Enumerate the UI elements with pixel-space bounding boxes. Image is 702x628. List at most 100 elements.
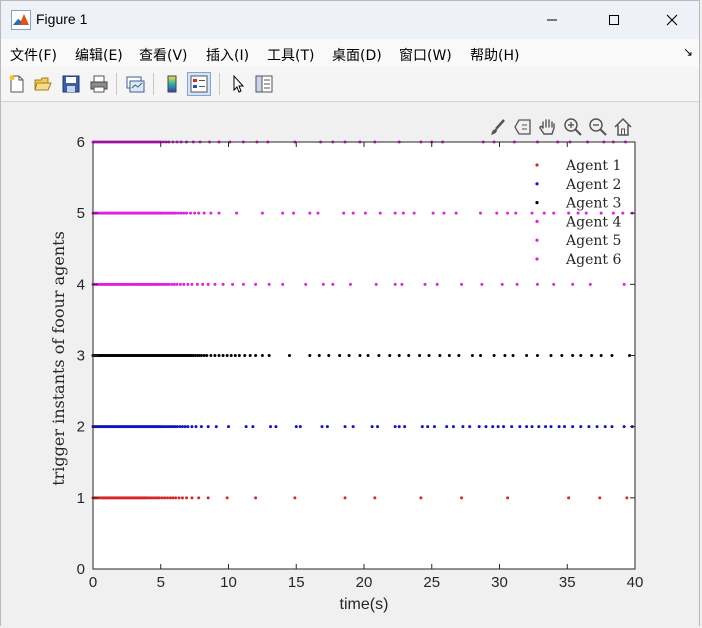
data-point — [588, 282, 592, 286]
y-tick-label: 0 — [77, 561, 85, 578]
legend-marker — [535, 201, 539, 205]
data-point — [199, 354, 203, 357]
data-point — [167, 282, 171, 286]
data-point — [484, 425, 488, 429]
data-point — [431, 211, 435, 215]
data-point — [518, 425, 522, 429]
legend-marker — [535, 238, 539, 242]
data-point — [205, 354, 209, 357]
data-point — [206, 425, 210, 429]
data-point — [445, 425, 449, 429]
data-point — [348, 282, 352, 286]
data-point — [535, 354, 539, 357]
data-point — [530, 211, 534, 215]
data-point — [514, 211, 518, 215]
data-point — [393, 211, 397, 215]
data-point — [201, 282, 205, 286]
x-axis-label: time(s) — [340, 596, 389, 613]
data-point — [217, 211, 221, 215]
x-tick-label: 5 — [157, 574, 165, 591]
data-point — [537, 425, 541, 429]
data-point — [557, 425, 561, 429]
data-point — [418, 354, 422, 357]
data-point — [610, 425, 614, 429]
data-point — [397, 354, 401, 357]
data-point — [206, 496, 210, 500]
data-point — [400, 282, 404, 286]
data-point — [182, 282, 186, 286]
data-point — [325, 425, 329, 429]
y-axis-label: trigger instants of foour agents — [49, 231, 68, 486]
data-point — [248, 354, 252, 357]
data-point — [317, 354, 321, 357]
data-point — [552, 211, 556, 215]
data-point — [190, 282, 194, 286]
data-point — [525, 354, 529, 357]
data-point — [293, 496, 297, 500]
data-point — [190, 496, 194, 500]
data-point — [292, 211, 296, 215]
data-point — [442, 211, 446, 215]
data-point — [373, 496, 377, 500]
data-point — [168, 496, 172, 500]
y-tick-label: 6 — [77, 134, 85, 151]
legend-label: Agent 1 — [565, 158, 621, 174]
legend-marker — [535, 163, 539, 167]
data-point — [180, 496, 184, 500]
data-point — [438, 354, 442, 357]
data-point — [221, 282, 225, 286]
data-point — [376, 425, 380, 429]
data-point — [571, 354, 575, 357]
legend-label: Agent 4 — [565, 214, 621, 230]
data-point — [451, 425, 455, 429]
x-tick-label: 15 — [288, 574, 305, 591]
data-point — [366, 354, 370, 357]
data-point — [388, 354, 392, 357]
x-tick-label: 40 — [627, 574, 644, 591]
data-point — [496, 425, 500, 429]
data-point — [174, 496, 178, 500]
data-point — [166, 496, 170, 500]
data-point — [506, 211, 510, 215]
data-point — [233, 354, 237, 357]
data-point — [479, 211, 483, 215]
data-point — [468, 425, 472, 429]
x-tick-label: 25 — [423, 574, 440, 591]
data-point — [610, 354, 614, 357]
data-point — [235, 211, 239, 215]
data-point — [183, 425, 187, 429]
data-point — [213, 354, 217, 357]
data-point — [308, 354, 312, 357]
data-point — [511, 354, 515, 357]
data-point — [225, 496, 229, 500]
data-point — [281, 211, 285, 215]
data-point — [214, 425, 218, 429]
data-point — [176, 211, 180, 215]
data-point — [343, 496, 347, 500]
x-tick-label: 35 — [559, 574, 576, 591]
data-point — [480, 282, 484, 286]
data-point — [267, 282, 271, 286]
data-point — [178, 282, 182, 286]
data-point — [185, 211, 188, 215]
data-point — [327, 354, 331, 357]
data-point — [370, 425, 374, 429]
legend-label: Agent 2 — [565, 177, 621, 193]
data-point — [397, 425, 401, 429]
data-point — [186, 282, 190, 286]
data-point — [269, 425, 272, 429]
data-point — [342, 211, 346, 215]
legend-marker — [535, 257, 539, 261]
data-point — [308, 211, 312, 215]
data-point — [506, 496, 510, 500]
data-point — [221, 354, 225, 357]
data-point — [343, 425, 347, 429]
data-point — [447, 354, 451, 357]
y-tick-label: 4 — [77, 276, 85, 293]
data-point — [254, 282, 258, 286]
data-point — [479, 354, 483, 357]
data-point — [552, 282, 556, 286]
data-point — [563, 425, 567, 429]
y-tick-label: 5 — [77, 205, 85, 222]
data-point — [175, 282, 179, 286]
